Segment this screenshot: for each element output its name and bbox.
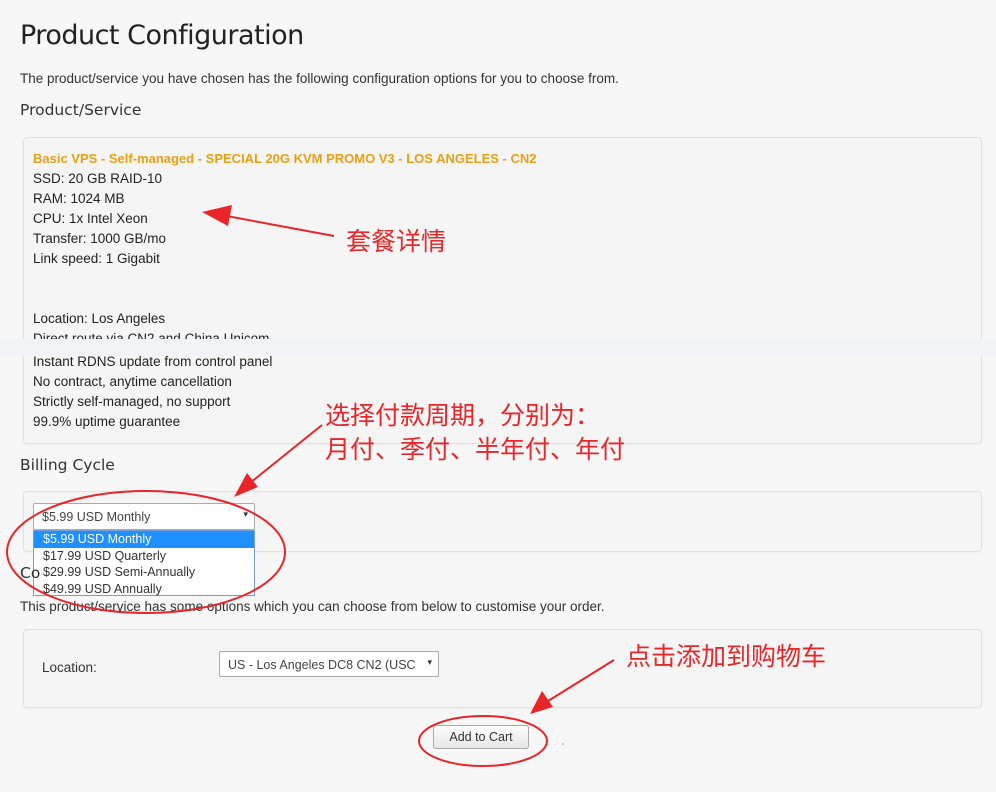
arrow-icon — [244, 424, 323, 488]
annotation-details: 套餐详情 — [346, 227, 447, 256]
arrowhead-icon — [202, 205, 232, 226]
highlight-ellipse — [6, 490, 286, 614]
arrowhead-icon — [530, 691, 553, 714]
highlight-ellipse — [418, 715, 548, 767]
arrow-icon — [215, 213, 335, 237]
annotation-billing-line1: 选择付款周期，分别为： — [325, 401, 601, 430]
arrowhead-icon — [234, 473, 258, 497]
arrow-icon — [539, 659, 615, 707]
stray-dot — [562, 743, 564, 745]
annotation-cart: 点击添加到购物车 — [626, 642, 827, 671]
annotation-billing-line2: 月付、季付、半年付、年付 — [325, 435, 626, 464]
